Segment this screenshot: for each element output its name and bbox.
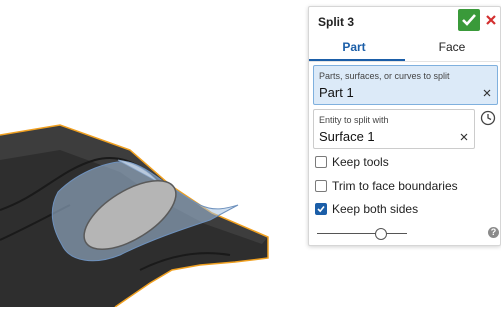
entity-to-split-with-field[interactable]: Entity to split with Surface 1: [313, 109, 475, 149]
keep-both-sides-option[interactable]: Keep both sides: [315, 201, 418, 217]
slider-track[interactable]: [317, 233, 407, 234]
checkmark-icon: [462, 14, 476, 26]
option-label: Keep tools: [332, 155, 389, 169]
parts-to-split-field[interactable]: Parts, surfaces, or curves to split Part…: [313, 65, 498, 105]
clear-selection-button[interactable]: [458, 131, 470, 143]
close-icon: [486, 15, 496, 25]
close-icon: [460, 133, 468, 141]
split-feature-panel: Split 3 Part Face Parts, surfaces, or cu…: [308, 6, 501, 246]
option-label: Trim to face boundaries: [332, 179, 458, 193]
confirm-button[interactable]: [458, 9, 480, 31]
field-value: Surface 1: [319, 129, 375, 144]
checkbox[interactable]: [315, 156, 327, 168]
clear-selection-button[interactable]: [481, 87, 493, 99]
field-label: Entity to split with: [319, 115, 389, 125]
help-icon[interactable]: ?: [488, 227, 499, 238]
cancel-button[interactable]: [484, 10, 498, 30]
slider-thumb[interactable]: [375, 228, 387, 240]
keep-tools-option[interactable]: Keep tools: [315, 154, 389, 170]
close-icon: [483, 89, 491, 97]
panel-title: Split 3: [318, 15, 355, 29]
trim-to-face-boundaries-option[interactable]: Trim to face boundaries: [315, 178, 458, 194]
tab-part[interactable]: Part: [309, 40, 399, 54]
field-label: Parts, surfaces, or curves to split: [319, 71, 450, 81]
checkbox[interactable]: [315, 203, 327, 215]
option-label: Keep both sides: [332, 202, 419, 216]
field-value: Part 1: [319, 85, 354, 100]
clock-icon[interactable]: [480, 110, 496, 126]
checkbox[interactable]: [315, 180, 327, 192]
tab-face[interactable]: Face: [407, 40, 497, 54]
checkmark-icon: [317, 205, 325, 213]
tab-divider: [309, 61, 500, 62]
